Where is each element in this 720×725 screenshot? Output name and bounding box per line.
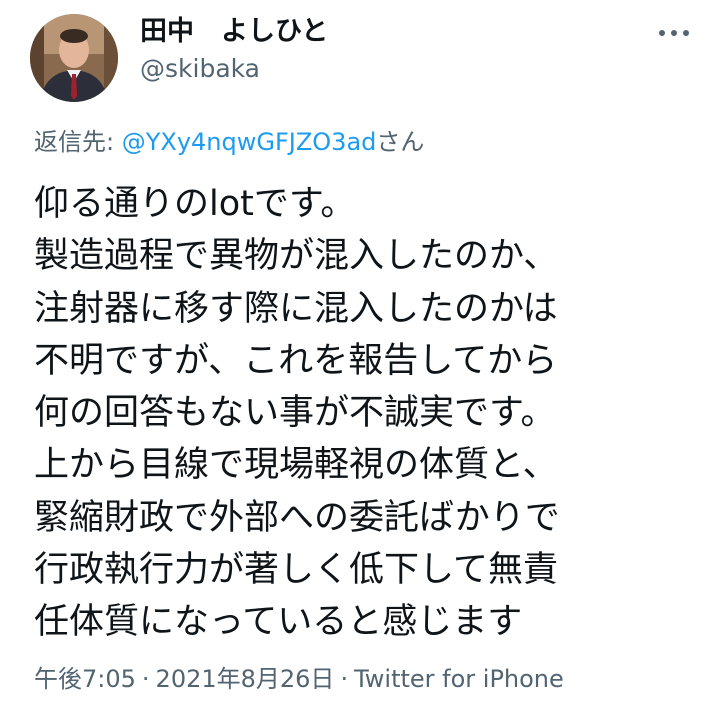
tweet-detail: 田中 よしひと @skibaka 返信先: @YXy4nqwGFJZO3adさん… [0, 0, 720, 725]
more-horizontal-icon [659, 30, 665, 36]
author-display-name[interactable]: 田中 よしひと [140, 14, 328, 50]
reply-mention-link[interactable]: @YXy4nqwGFJZO3ad [122, 128, 377, 156]
tweet-text-line: 不明ですが、これを報告してから [34, 340, 558, 381]
tweet-text-line: 任体質になっていると感じます [34, 602, 523, 643]
tweet-text-line: 何の回答もない事が不誠実です。 [34, 393, 556, 434]
tweet-time[interactable]: 午後7:05 [34, 665, 136, 693]
tweet-text-line: 注射器に移す際に混入したのかは [34, 288, 558, 329]
replying-to-prefix: 返信先: [34, 128, 122, 156]
replying-to: 返信先: @YXy4nqwGFJZO3adさん [34, 125, 424, 159]
meta-separator: · [141, 665, 150, 693]
tweet-text-line: 上から目線で現場軽視の体質と、 [34, 445, 558, 486]
more-options-button[interactable] [654, 26, 694, 40]
tweet-text-line: 行政執行力が著しく低下して無責 [34, 550, 558, 591]
avatar[interactable] [30, 14, 118, 102]
tweet-text-line: 製造過程で異物が混入したのか、 [34, 236, 559, 277]
meta-separator: · [340, 665, 349, 693]
tweet-metadata: 午後7:05 · 2021年8月26日 · Twitter for iPhone [34, 662, 564, 696]
tweet-date[interactable]: 2021年8月26日 [156, 665, 335, 693]
more-horizontal-icon [671, 30, 677, 36]
tweet-text-line: 仰る通りのlotです。 [34, 184, 356, 224]
tweet-text: 仰る通りのlotです。 製造過程で異物が混入したのか、 注射器に移す際に混入した… [34, 178, 704, 649]
avatar-photo [30, 14, 118, 102]
tweet-source[interactable]: Twitter for iPhone [354, 665, 564, 693]
tweet-text-line: 緊縮財政で外部への委託ばかりで [34, 497, 560, 538]
author-handle[interactable]: @skibaka [140, 52, 260, 86]
more-horizontal-icon [683, 30, 689, 36]
replying-to-suffix: さん [376, 128, 425, 156]
